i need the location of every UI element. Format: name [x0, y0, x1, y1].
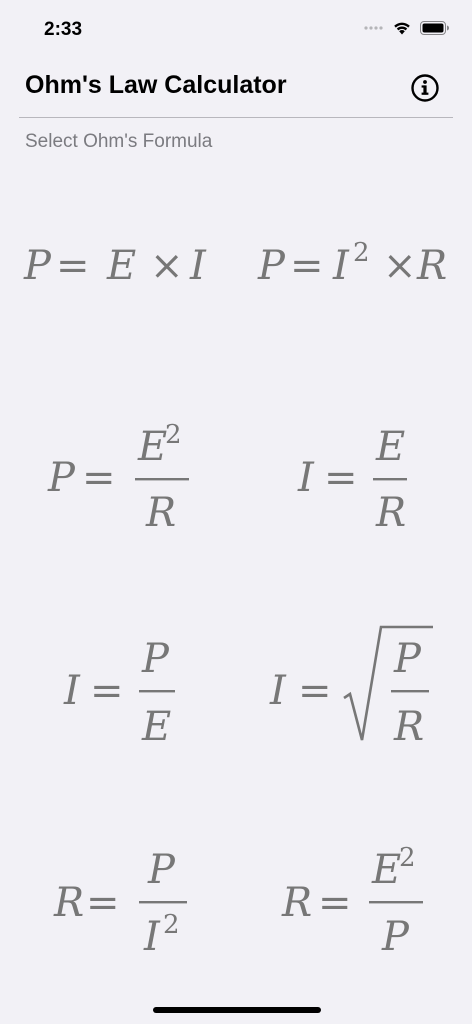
- formula-p-equals-e-squared-over-r[interactable]: P = E 2 R: [0, 380, 236, 580]
- formula-numerator: P: [141, 636, 170, 682]
- formula-operator: ×: [150, 243, 184, 289]
- section-subtitle: Select Ohm's Formula: [25, 131, 213, 152]
- formula-denominator: R: [375, 490, 406, 536]
- formula-denominator: I: [143, 914, 161, 960]
- wifi-icon: [394, 22, 410, 35]
- formula-term-a: I: [332, 243, 350, 289]
- info-button[interactable]: [410, 73, 440, 103]
- equals-sign: =: [82, 455, 116, 501]
- page-title: Ohm's Law Calculator: [25, 71, 287, 99]
- formula-lhs: P: [47, 455, 76, 501]
- fraction-bar: [369, 901, 423, 904]
- fraction-bar: [135, 478, 189, 481]
- formula-denominator: R: [393, 704, 424, 750]
- equals-sign: =: [90, 668, 124, 714]
- status-icons: [364, 20, 450, 35]
- header-divider: [19, 117, 453, 118]
- battery-icon: [420, 20, 449, 35]
- formula-lhs: I: [269, 668, 287, 714]
- formula-lhs: R: [53, 880, 84, 926]
- formula-numerator: E: [371, 847, 401, 893]
- fraction-bar: [373, 478, 407, 481]
- status-time: 2:33: [44, 19, 83, 40]
- formula-numerator: P: [147, 847, 176, 893]
- home-indicator[interactable]: [153, 1007, 321, 1013]
- formula-exponent: 2: [353, 238, 370, 268]
- formula-numerator: E: [375, 424, 405, 470]
- equals-sign: =: [290, 243, 324, 289]
- status-bar: 2:33: [0, 0, 472, 60]
- formula-i-equals-e-over-r[interactable]: I = E R: [236, 380, 472, 580]
- formula-term-a: E: [106, 243, 136, 289]
- equals-sign: =: [318, 880, 352, 926]
- equals-sign: =: [56, 243, 90, 289]
- formula-denominator: E: [141, 704, 171, 750]
- formula-denominator: R: [145, 490, 176, 536]
- formula-lhs: I: [63, 668, 81, 714]
- formula-lhs: P: [257, 243, 286, 289]
- formula-lhs: P: [23, 243, 52, 289]
- formula-exponent: 2: [163, 910, 180, 940]
- formula-p-equals-e-times-i[interactable]: P = E × I: [0, 165, 236, 365]
- formula-lhs: I: [297, 455, 315, 501]
- formula-exponent: 2: [399, 843, 416, 873]
- equals-sign: =: [86, 880, 120, 926]
- cellular-signal-icon: [364, 25, 383, 30]
- formula-numerator: E: [137, 424, 167, 470]
- formula-r-equals-p-over-i-squared[interactable]: R = P I 2: [0, 800, 236, 1000]
- formula-lhs: R: [281, 880, 312, 926]
- formula-r-equals-e-squared-over-p[interactable]: R = E 2 P: [236, 800, 472, 1000]
- fraction-bar: [391, 690, 429, 693]
- info-icon: [411, 74, 439, 102]
- fraction-bar: [139, 690, 175, 693]
- formula-denominator: P: [381, 914, 410, 960]
- formula-i-equals-p-over-e[interactable]: I = P E: [0, 590, 236, 790]
- formula-p-equals-i-squared-times-r[interactable]: P = I 2 × R: [236, 165, 472, 365]
- formula-numerator: P: [393, 636, 422, 682]
- formula-exponent: 2: [165, 420, 182, 450]
- formula-i-equals-sqrt-p-over-r[interactable]: I = P R: [236, 590, 472, 790]
- navigation-bar: Ohm's Law Calculator: [0, 60, 472, 118]
- formula-term-b: R: [416, 243, 447, 289]
- fraction-bar: [139, 901, 187, 904]
- equals-sign: =: [324, 455, 358, 501]
- equals-sign: =: [298, 668, 332, 714]
- formula-term-b: I: [189, 243, 207, 289]
- formula-operator: ×: [383, 243, 417, 289]
